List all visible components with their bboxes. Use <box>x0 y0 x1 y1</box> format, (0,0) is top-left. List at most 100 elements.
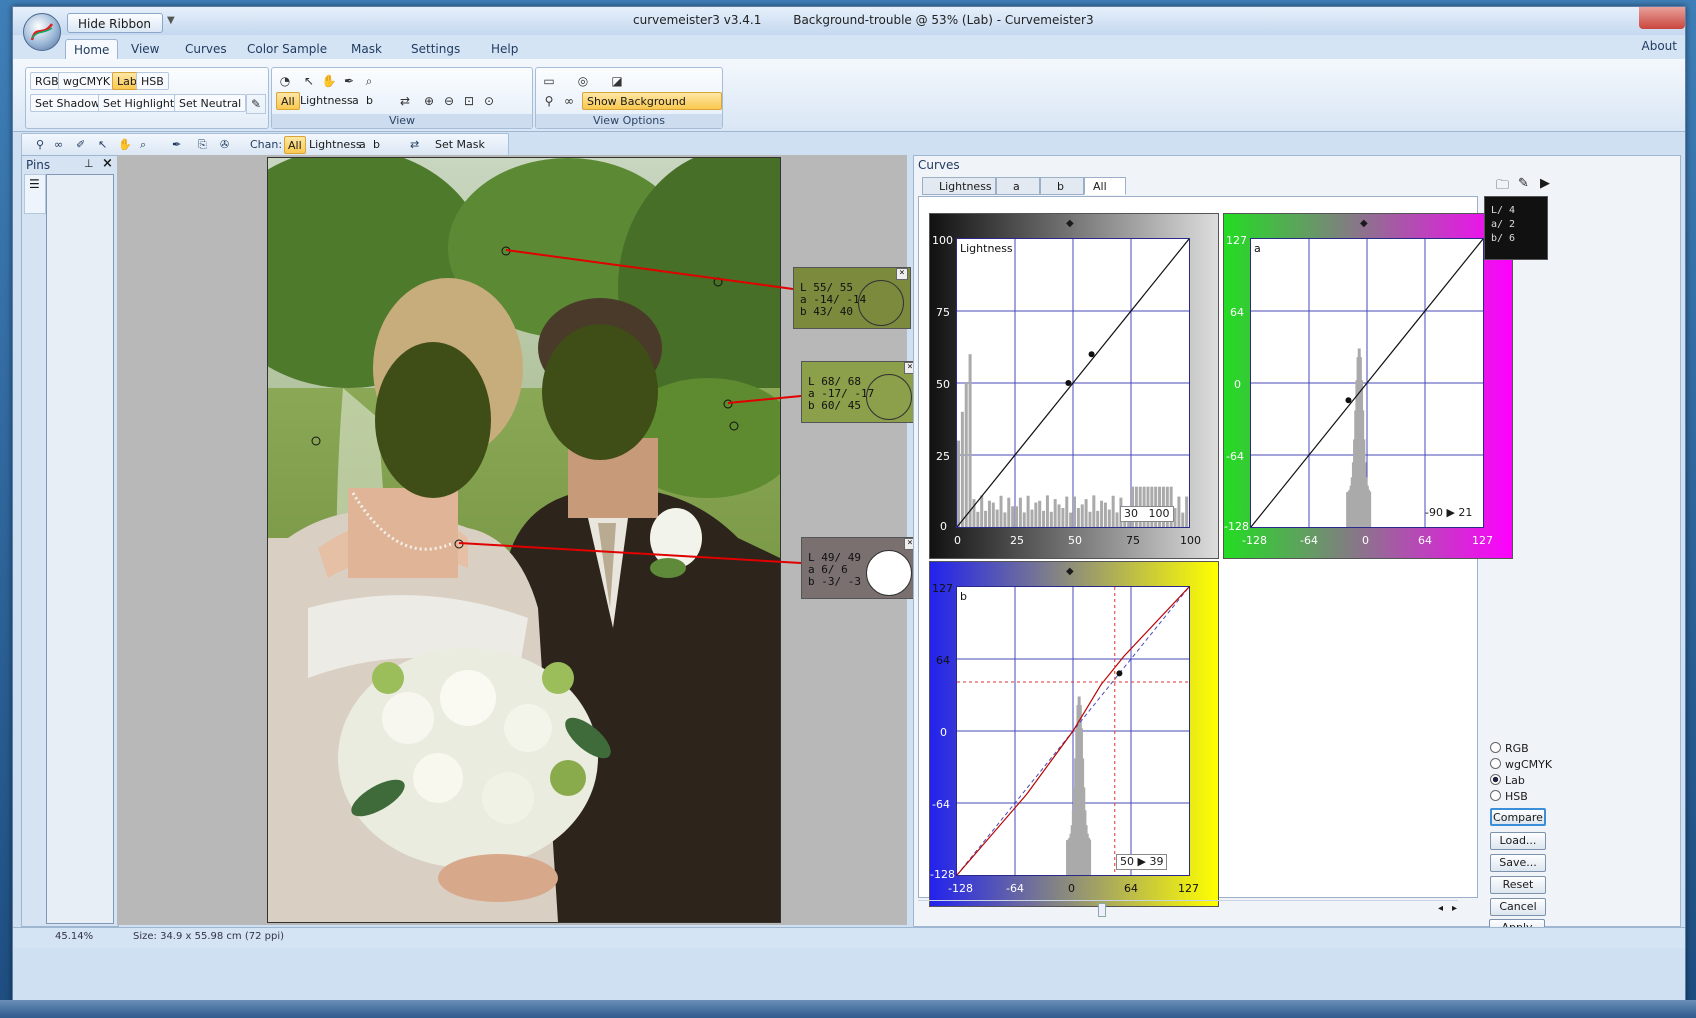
pointer-icon[interactable]: ↖ <box>300 72 318 90</box>
curves-panel: Curves Lightness a b All ◆ Lightness 100… <box>913 155 1681 927</box>
list-icon[interactable]: ☰ <box>29 177 40 191</box>
save-button[interactable]: Save... <box>1490 854 1546 872</box>
mask-glasses-icon[interactable]: ∞ <box>560 92 578 110</box>
mask-view-icon[interactable]: ◎ <box>574 72 592 90</box>
close-panel-icon[interactable]: × <box>102 156 113 171</box>
curves-tab-lightness[interactable]: Lightness <box>922 177 996 195</box>
view-options-group-label: View Options <box>536 114 722 128</box>
tab-color-sample[interactable]: Color Sample <box>239 39 335 59</box>
color-sample-3[interactable]: × L 49/ 49 a 6/ 6 b -3/ -3 <box>801 537 919 599</box>
curves-tab-b[interactable]: b <box>1040 177 1084 195</box>
pins-list[interactable] <box>46 174 114 924</box>
window-title-document: Background-trouble @ 53% (Lab) - Curveme… <box>793 13 1094 27</box>
set-neutral-button[interactable]: Set Neutral <box>174 94 247 112</box>
toolbar-channel-all[interactable]: All <box>284 136 306 154</box>
b-plot[interactable] <box>956 586 1190 876</box>
photo[interactable] <box>267 157 781 923</box>
set-mask-dropdown[interactable]: Set Mask <box>432 136 488 154</box>
color-sample-2[interactable]: × L 68/ 68 a -17/ -17 b 60/ 45 <box>801 361 919 423</box>
toolbar-channel-b[interactable]: b <box>370 136 383 154</box>
folder-icon[interactable]: 🗀 <box>1496 176 1509 198</box>
color-sample-1[interactable]: × L 55/ 55 a -14/ -14 b 43/ 40 <box>793 267 911 329</box>
reset-button[interactable]: Reset <box>1490 876 1546 894</box>
zoom-in-icon[interactable]: ⊕ <box>420 92 438 110</box>
set-shadow-button[interactable]: Set Shadow <box>30 94 105 112</box>
wrench-icon[interactable]: ✇ <box>220 136 229 154</box>
set-highlight-button[interactable]: Set Highlight <box>98 94 180 112</box>
pin-panel-icon[interactable]: ⊥ <box>84 157 94 170</box>
histogram-bar <box>1107 509 1111 527</box>
histogram-bar <box>964 383 968 527</box>
cancel-button[interactable]: Cancel <box>1490 898 1546 916</box>
window-close-button[interactable] <box>1639 7 1685 29</box>
histogram-bar <box>1034 502 1038 527</box>
tools-icon[interactable]: ✎ <box>1518 176 1529 191</box>
arrow-icon[interactable]: ↖ <box>98 136 107 154</box>
curves-scrollbar[interactable]: ◂ ▸ <box>918 900 1458 919</box>
mode-radio-rgb[interactable]: RGB <box>1490 742 1529 755</box>
expand-arrow-icon[interactable]: ◆ <box>1066 566 1074 577</box>
tab-curves[interactable]: Curves <box>177 39 235 59</box>
about-link[interactable]: About <box>1642 39 1677 53</box>
mode-radio-hsb[interactable]: HSB <box>1490 790 1528 803</box>
copy-icon[interactable]: ⎘ <box>198 136 207 154</box>
lightness-plot[interactable] <box>956 238 1190 528</box>
histogram-bar <box>1069 512 1073 527</box>
tab-mask[interactable]: Mask <box>343 39 390 59</box>
tab-view[interactable]: View <box>123 39 167 59</box>
view-channel-a[interactable]: a <box>348 92 363 110</box>
a-plot[interactable] <box>1250 238 1484 528</box>
quick-access-dropdown-icon[interactable]: ▼ <box>167 15 175 26</box>
pin-icon[interactable]: ⚲ <box>36 136 44 154</box>
layer-view-icon[interactable]: ▭ <box>540 72 558 90</box>
view-channel-b[interactable]: b <box>362 92 377 110</box>
zoom-out-icon[interactable]: ⊖ <box>440 92 458 110</box>
tab-home[interactable]: Home <box>65 39 119 60</box>
mask-swap-icon[interactable]: ⇄ <box>410 136 419 154</box>
scroll-left-icon[interactable]: ◂ <box>1438 903 1443 914</box>
a-curve-panel: ◆ a 127 64 0 -64 -128 -128 -64 0 64 127 … <box>1223 213 1513 559</box>
zoom-actual-icon[interactable]: ⊙ <box>480 92 498 110</box>
eyedropper-icon[interactable]: ✎ <box>246 94 266 114</box>
histogram-bar <box>999 495 1003 527</box>
hue-dial-icon <box>866 550 912 596</box>
curves-tab-a[interactable]: a <box>996 177 1040 195</box>
hand-tool-icon[interactable]: ✋ <box>118 136 132 154</box>
curves-tab-all[interactable]: All <box>1084 177 1126 195</box>
dropper-icon[interactable]: ✒ <box>172 136 181 154</box>
histogram-bar <box>1096 510 1100 527</box>
load-button[interactable]: Load... <box>1490 832 1546 850</box>
play-icon[interactable]: ▶ <box>1540 176 1550 191</box>
mode-radio-wgcmyk[interactable]: wgCMYK <box>1490 758 1552 771</box>
hide-ribbon-button[interactable]: Hide Ribbon <box>67 13 163 33</box>
scroll-right-icon[interactable]: ▸ <box>1452 903 1457 914</box>
hand-icon[interactable]: ✋ <box>320 72 338 90</box>
mode-hsb-button[interactable]: HSB <box>136 72 169 90</box>
expand-arrow-icon[interactable]: ◆ <box>1360 218 1368 229</box>
histogram-bar <box>1049 511 1053 527</box>
pin-tool-icon[interactable]: ⚲ <box>540 92 558 110</box>
toolbar-channel-a[interactable]: a <box>356 136 369 154</box>
eyedropper-tool-icon[interactable]: ✒ <box>340 72 358 90</box>
image-canvas[interactable]: × L 55/ 55 a -14/ -14 b 43/ 40 × L 68/ 6… <box>117 155 919 925</box>
zoom-fit-icon[interactable]: ⊡ <box>460 92 478 110</box>
curve-tool-icon[interactable]: ◔ <box>276 72 294 90</box>
app-window: Hide Ribbon ▼ curvemeister3 v3.4.1 Backg… <box>12 6 1686 1006</box>
close-sample-icon[interactable]: × <box>896 268 908 280</box>
mode-radio-lab[interactable]: Lab <box>1490 774 1525 787</box>
magnifier-icon[interactable]: ⌕ <box>140 136 146 154</box>
tab-settings[interactable]: Settings <box>403 39 468 59</box>
show-background-layers-button[interactable]: Show Background Layers <box>582 92 722 126</box>
expand-arrow-icon[interactable]: ◆ <box>1066 218 1074 229</box>
curve-edit-icon[interactable]: ✐ <box>76 136 85 154</box>
mode-wgcmyk-button[interactable]: wgCMYK <box>58 72 116 90</box>
app-menu-orb-icon[interactable] <box>23 13 61 51</box>
tab-help[interactable]: Help <box>483 39 526 59</box>
mask-toggle-icon[interactable]: ⇄ <box>396 92 414 110</box>
scroll-thumb[interactable] <box>1098 903 1106 917</box>
glasses-icon[interactable]: ∞ <box>54 136 63 154</box>
zoom-icon[interactable]: ⌕ <box>360 72 378 90</box>
compare-button[interactable]: Compare <box>1490 808 1546 826</box>
gradient-view-icon[interactable]: ◪ <box>608 72 626 90</box>
pins-side-rail[interactable]: ☰ <box>24 174 46 214</box>
